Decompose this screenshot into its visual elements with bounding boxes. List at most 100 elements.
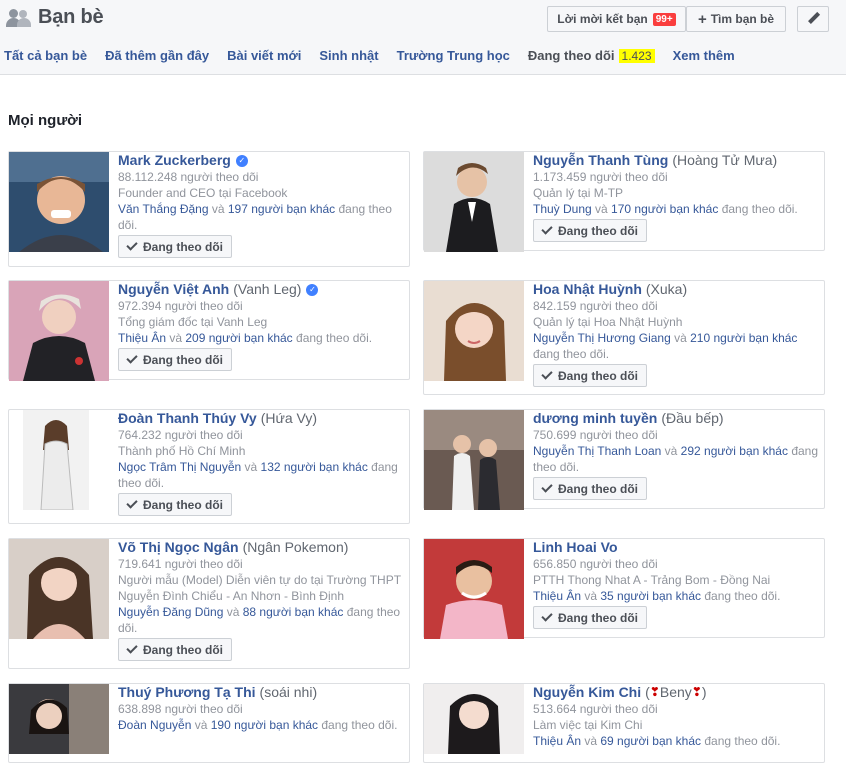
tab-birthdays[interactable]: Sinh nhật bbox=[319, 48, 378, 63]
following-button[interactable]: Đang theo dõi bbox=[118, 493, 232, 516]
following-button[interactable]: Đang theo dõi bbox=[533, 219, 647, 242]
mutual-name-link[interactable]: Thiệu Ân bbox=[533, 589, 581, 603]
check-icon bbox=[541, 610, 553, 622]
mutual-name-link[interactable]: Nguyễn Thị Thanh Loan bbox=[533, 444, 661, 458]
person-name[interactable]: Nguyễn Thanh Tùng bbox=[533, 152, 668, 169]
following-button[interactable]: Đang theo dõi bbox=[533, 477, 647, 500]
profile-photo[interactable] bbox=[424, 539, 524, 639]
following-button-label: Đang theo dõi bbox=[558, 223, 638, 238]
mutual-tail: đang theo dõi. bbox=[533, 347, 610, 361]
follower-count: 719.641 người theo dõi bbox=[118, 557, 243, 571]
mutual-connector: và bbox=[581, 589, 601, 603]
person-detail: Tổng giám đốc tại Vanh Leg bbox=[118, 315, 268, 329]
mutual-name-link[interactable]: Nguyễn Thị Hương Giang bbox=[533, 331, 671, 345]
person-name[interactable]: Mark Zuckerberg bbox=[118, 152, 231, 169]
profile-photo[interactable] bbox=[9, 152, 109, 252]
tab-label: Xem thêm bbox=[672, 48, 735, 63]
find-friends-button[interactable]: + Tìm bạn bè bbox=[686, 6, 786, 32]
person-name[interactable]: Hoa Nhật Huỳnh bbox=[533, 281, 642, 298]
mutual-followers: Thiệu Ân và 209 người bạn khác đang theo… bbox=[118, 330, 405, 346]
card-info: Mark Zuckerberg ✓ 88.112.248 người theo d… bbox=[118, 152, 405, 258]
mutual-others-link[interactable]: 69 người bạn khác bbox=[600, 734, 701, 748]
page-header: Bạn bè Lời mời kết bạn 99+ + Tìm bạn bè … bbox=[0, 0, 846, 75]
profile-photo[interactable] bbox=[424, 410, 524, 510]
profile-photo[interactable] bbox=[9, 684, 109, 754]
mutual-connector: và bbox=[661, 444, 681, 458]
profile-photo[interactable] bbox=[23, 410, 89, 510]
person-alias: (Hứa Vy) bbox=[260, 410, 318, 426]
person-name[interactable]: Võ Thị Ngọc Ngân bbox=[118, 539, 239, 556]
person-alias: (Đầu bếp) bbox=[661, 410, 724, 426]
following-button[interactable]: Đang theo dõi bbox=[533, 364, 647, 387]
mutual-others-link[interactable]: 132 người bạn khác bbox=[261, 460, 368, 474]
following-button-label: Đang theo dõi bbox=[143, 642, 223, 657]
mutual-name-link[interactable]: Đoàn Nguyễn bbox=[118, 718, 191, 732]
tab-label: Bài viết mới bbox=[227, 48, 302, 63]
mutual-followers: Nguyễn Đăng Dũng và 88 người bạn khác đa… bbox=[118, 604, 405, 636]
following-button[interactable]: Đang theo dõi bbox=[118, 638, 232, 661]
mutual-name-link[interactable]: Nguyễn Đăng Dũng bbox=[118, 605, 223, 619]
mutual-followers: Nguyễn Thị Thanh Loan và 292 người bạn k… bbox=[533, 443, 820, 475]
person-name[interactable]: Linh Hoai Vo bbox=[533, 539, 618, 556]
friend-requests-badge: 99+ bbox=[652, 12, 676, 26]
mutual-name-link[interactable]: Thiệu Ân bbox=[533, 734, 581, 748]
person-name[interactable]: Đoàn Thanh Thúy Vy bbox=[118, 410, 257, 427]
profile-photo[interactable] bbox=[424, 684, 524, 754]
profile-photo[interactable] bbox=[9, 539, 109, 639]
profile-photo[interactable] bbox=[424, 281, 524, 381]
title-wrap: Bạn bè bbox=[6, 6, 104, 29]
person-alias: (soái nhi) bbox=[259, 684, 318, 700]
mutual-followers: Đoàn Nguyễn và 190 người bạn khác đang t… bbox=[118, 717, 405, 733]
following-button[interactable]: Đang theo dõi bbox=[533, 606, 647, 629]
card-info: Nguyễn Kim Chi(❣ Beny ❣) 513.664 người the… bbox=[533, 684, 820, 749]
person-detail: Thành phố Hồ Chí Minh bbox=[118, 444, 246, 458]
follower-count: 842.159 người theo dõi bbox=[533, 299, 658, 313]
mutual-others-link[interactable]: 190 người bạn khác bbox=[211, 718, 318, 732]
person-name[interactable]: dương minh tuyền bbox=[533, 410, 657, 427]
tab-label: Sinh nhật bbox=[319, 48, 379, 63]
mutual-connector: và bbox=[223, 605, 243, 619]
tab-recently-added[interactable]: Đã thêm gần đây bbox=[105, 48, 209, 63]
person-card: Nguyễn Việt Anh (Vanh Leg) ✓ 972.394 người… bbox=[8, 280, 410, 381]
profile-photo[interactable] bbox=[9, 281, 109, 381]
person-name[interactable]: Nguyễn Kim Chi bbox=[533, 684, 641, 701]
mutual-name-link[interactable]: Thuỳ Dung bbox=[533, 202, 592, 216]
tab-see-more[interactable]: Xem thêm bbox=[673, 48, 735, 63]
person-detail: Quản lý tại M-TP bbox=[533, 186, 624, 200]
person-detail: Người mẫu (Model) Diễn viên tự do tại Tr… bbox=[118, 573, 401, 603]
mutual-name-link[interactable]: Văn Thắng Đặng bbox=[118, 202, 209, 216]
following-button[interactable]: Đang theo dõi bbox=[118, 235, 232, 258]
check-icon bbox=[126, 642, 138, 654]
follower-count: 513.664 người theo dõi bbox=[533, 702, 658, 716]
person-name[interactable]: Thuý Phương Tạ Thi bbox=[118, 684, 256, 701]
follower-count: 656.850 người theo dõi bbox=[533, 557, 658, 571]
check-icon bbox=[126, 239, 138, 251]
card-info: Võ Thị Ngọc Ngân (Ngân Pokemon) 719.641 n… bbox=[118, 539, 405, 661]
mutual-connector: và bbox=[241, 460, 261, 474]
person-name[interactable]: Nguyễn Việt Anh bbox=[118, 281, 229, 298]
mutual-others-link[interactable]: 292 người bạn khác bbox=[681, 444, 788, 458]
mutual-others-link[interactable]: 88 người bạn khác bbox=[243, 605, 344, 619]
tab-following[interactable]: Đang theo dõi 1.423 bbox=[528, 48, 655, 63]
mutual-name-link[interactable]: Thiệu Ân bbox=[118, 331, 166, 345]
tab-high-school[interactable]: Trường Trung học bbox=[397, 48, 510, 63]
person-detail: Quản lý tại Hoa Nhật Huỳnh bbox=[533, 315, 683, 329]
following-button[interactable]: Đang theo dõi bbox=[118, 348, 232, 371]
mutual-others-link[interactable]: 197 người bạn khác bbox=[228, 202, 335, 216]
mutual-others-link[interactable]: 35 người bạn khác bbox=[600, 589, 701, 603]
friend-requests-button[interactable]: Lời mời kết bạn 99+ bbox=[547, 6, 686, 32]
card-info: Thuý Phương Tạ Thi (soái nhi) 638.898 ngư… bbox=[118, 684, 405, 733]
mutual-others-link[interactable]: 170 người bạn khác bbox=[611, 202, 718, 216]
following-button-label: Đang theo dõi bbox=[143, 352, 223, 367]
profile-photo[interactable] bbox=[424, 152, 524, 252]
person-alias: (Vanh Leg) bbox=[233, 281, 302, 297]
mutual-others-link[interactable]: 210 người bạn khác bbox=[690, 331, 797, 345]
mutual-tail: đang theo dõi. bbox=[318, 718, 398, 732]
edit-button[interactable] bbox=[797, 6, 829, 32]
tab-new-posts[interactable]: Bài viết mới bbox=[227, 48, 301, 63]
mutual-followers: Thiệu Ân và 35 người bạn khác đang theo … bbox=[533, 588, 820, 604]
mutual-name-link[interactable]: Ngọc Trâm Thị Nguyễn bbox=[118, 460, 241, 474]
tab-all-friends[interactable]: Tất cả bạn bè bbox=[4, 48, 87, 63]
verified-icon: ✓ bbox=[306, 283, 319, 296]
mutual-others-link[interactable]: 209 người bạn khác bbox=[185, 331, 292, 345]
